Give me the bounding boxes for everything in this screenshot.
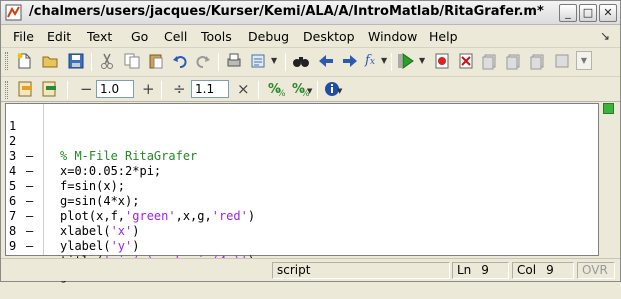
menu-tools[interactable]: Tools bbox=[201, 29, 232, 44]
save-icon[interactable] bbox=[67, 52, 85, 70]
toolbar-separator bbox=[285, 53, 286, 71]
redo-icon[interactable] bbox=[194, 52, 212, 70]
menu-bar: File Edit Text Go Cell Tools Debug Deskt… bbox=[1, 26, 620, 46]
toolbar-separator bbox=[91, 53, 92, 71]
menu-go[interactable]: Go bbox=[131, 29, 148, 44]
evaluate-cell-icon[interactable] bbox=[17, 80, 35, 98]
multiply-value-field[interactable]: 1.1 bbox=[191, 80, 229, 98]
multiply-button[interactable]: × bbox=[237, 80, 250, 98]
toolbar-separator bbox=[258, 81, 259, 99]
line-status-label: Ln bbox=[457, 263, 472, 277]
maximize-icon: □ bbox=[582, 6, 594, 19]
toolbar-grip[interactable] bbox=[5, 81, 8, 99]
step-out-icon bbox=[530, 54, 544, 70]
code-line[interactable]: 9 – grid on bbox=[6, 224, 596, 283]
status-bar: script Ln 9 Col 9 OVR bbox=[1, 258, 620, 281]
line-status-value: 9 bbox=[481, 263, 489, 277]
menu-debug[interactable]: Debug bbox=[248, 29, 289, 44]
minimize-button[interactable]: _ bbox=[559, 4, 577, 22]
comment-percent-icon[interactable]: %% bbox=[267, 80, 285, 98]
code-line[interactable]: 5 – plot(x,f,'green',x,g,'red') bbox=[6, 164, 596, 223]
open-folder-icon[interactable] bbox=[41, 52, 59, 70]
menu-cell[interactable]: Cell bbox=[164, 29, 187, 44]
code-line[interactable]: 3 – f=sin(x); bbox=[6, 134, 596, 193]
close-button[interactable]: ✕ bbox=[599, 4, 617, 22]
chevron-down-icon[interactable]: ▼ bbox=[307, 87, 312, 95]
paste-icon[interactable] bbox=[147, 52, 165, 70]
code-token: ylabel( bbox=[60, 239, 111, 253]
close-icon: ✕ bbox=[603, 6, 613, 19]
publish-icon[interactable] bbox=[249, 52, 267, 70]
copy-icon[interactable] bbox=[123, 52, 141, 70]
chevron-down-icon[interactable]: ▼ bbox=[381, 56, 387, 65]
stack-dropdown[interactable]: ▼ bbox=[576, 51, 592, 70]
menu-edit[interactable]: Edit bbox=[47, 29, 71, 44]
toolbar-separator bbox=[67, 81, 68, 99]
back-arrow-icon[interactable] bbox=[317, 52, 335, 70]
forward-arrow-icon[interactable] bbox=[341, 52, 359, 70]
code-text: ylabel('y') bbox=[60, 239, 140, 254]
menu-desktop[interactable]: Desktop bbox=[303, 29, 355, 44]
code-editor[interactable]: 1 % M-File RitaGrafer 2 – x=0:0.05:2*pi;… bbox=[5, 103, 599, 283]
svg-text:%: % bbox=[277, 89, 285, 98]
increment-value-field[interactable]: 1.0 bbox=[96, 80, 134, 98]
code-line[interactable]: 1 % M-File RitaGrafer bbox=[6, 104, 596, 163]
code-line[interactable]: 4 – g=sin(4*x); bbox=[6, 149, 596, 208]
message-bar bbox=[601, 103, 618, 256]
evaluate-advance-icon[interactable] bbox=[41, 80, 59, 98]
minimize-icon: _ bbox=[565, 6, 571, 19]
cell-toolbar: − 1.0 + ÷ 1.1 × %% %% ▼ ▼ bbox=[1, 76, 620, 102]
code-token: ) bbox=[132, 239, 140, 253]
line-status: Ln 9 bbox=[452, 262, 509, 279]
main-toolbar: ▼ fx ▼ ▼ ▼ bbox=[1, 47, 620, 75]
menu-text[interactable]: Text bbox=[87, 29, 112, 44]
toolbar-grip[interactable] bbox=[5, 52, 8, 70]
column-status-value: 9 bbox=[546, 263, 554, 277]
decrement-button[interactable]: − bbox=[80, 80, 93, 98]
increment-button[interactable]: + bbox=[142, 80, 155, 98]
code-line[interactable]: 6 – xlabel('x') bbox=[6, 179, 596, 238]
code-analyzer-status-icon[interactable] bbox=[603, 103, 614, 114]
step-in-icon bbox=[506, 54, 520, 70]
code-line[interactable]: 8 – title('sin(x) och sin(4x)') bbox=[6, 209, 596, 268]
toolbar-separator bbox=[161, 81, 162, 99]
chevron-down-icon: ▼ bbox=[580, 56, 588, 65]
step-icon bbox=[482, 54, 496, 70]
column-status-label: Col bbox=[517, 263, 537, 277]
cut-icon[interactable] bbox=[98, 52, 116, 70]
print-icon[interactable] bbox=[225, 52, 243, 70]
undo-icon[interactable] bbox=[171, 52, 189, 70]
overwrite-status: OVR bbox=[577, 262, 615, 279]
find-binoculars-icon[interactable] bbox=[292, 52, 310, 70]
editor-window: /chalmers/users/jacques/Kurser/Kemi/ALA/… bbox=[0, 0, 621, 283]
menu-file[interactable]: File bbox=[13, 29, 34, 44]
new-file-icon[interactable] bbox=[15, 52, 33, 70]
string-token: 'y' bbox=[110, 239, 133, 253]
toolbar-separator bbox=[317, 81, 318, 99]
chevron-down-icon[interactable]: ▼ bbox=[419, 56, 425, 65]
matlab-editor-icon bbox=[5, 4, 22, 21]
toolbar-separator bbox=[218, 53, 219, 71]
line-number: 9 bbox=[9, 239, 17, 253]
chevron-down-icon[interactable]: ▼ bbox=[271, 56, 277, 65]
set-breakpoint-icon[interactable] bbox=[433, 52, 451, 70]
undock-arrow-icon[interactable]: ↘ bbox=[600, 29, 610, 43]
clear-breakpoints-icon[interactable] bbox=[457, 52, 475, 70]
maximize-button[interactable]: □ bbox=[579, 4, 597, 22]
code-line[interactable]: 2 – x=0:0.05:2*pi; bbox=[6, 119, 596, 178]
file-type-status: script bbox=[272, 262, 450, 279]
window-title: /chalmers/users/jacques/Kurser/Kemi/ALA/… bbox=[29, 4, 544, 19]
title-bar[interactable]: /chalmers/users/jacques/Kurser/Kemi/ALA/… bbox=[1, 1, 620, 25]
menu-help[interactable]: Help bbox=[429, 29, 458, 44]
chevron-down-icon[interactable]: ▼ bbox=[337, 87, 342, 95]
divide-button[interactable]: ÷ bbox=[173, 80, 186, 98]
toolbar-separator bbox=[391, 53, 392, 71]
column-status: Col 9 bbox=[512, 262, 574, 279]
exit-debug-icon bbox=[555, 54, 569, 68]
menu-window[interactable]: Window bbox=[368, 29, 417, 44]
function-browser-icon[interactable]: fx bbox=[365, 53, 375, 68]
code-line[interactable]: 7 – ylabel('y') bbox=[6, 194, 596, 253]
run-icon[interactable] bbox=[397, 52, 415, 70]
